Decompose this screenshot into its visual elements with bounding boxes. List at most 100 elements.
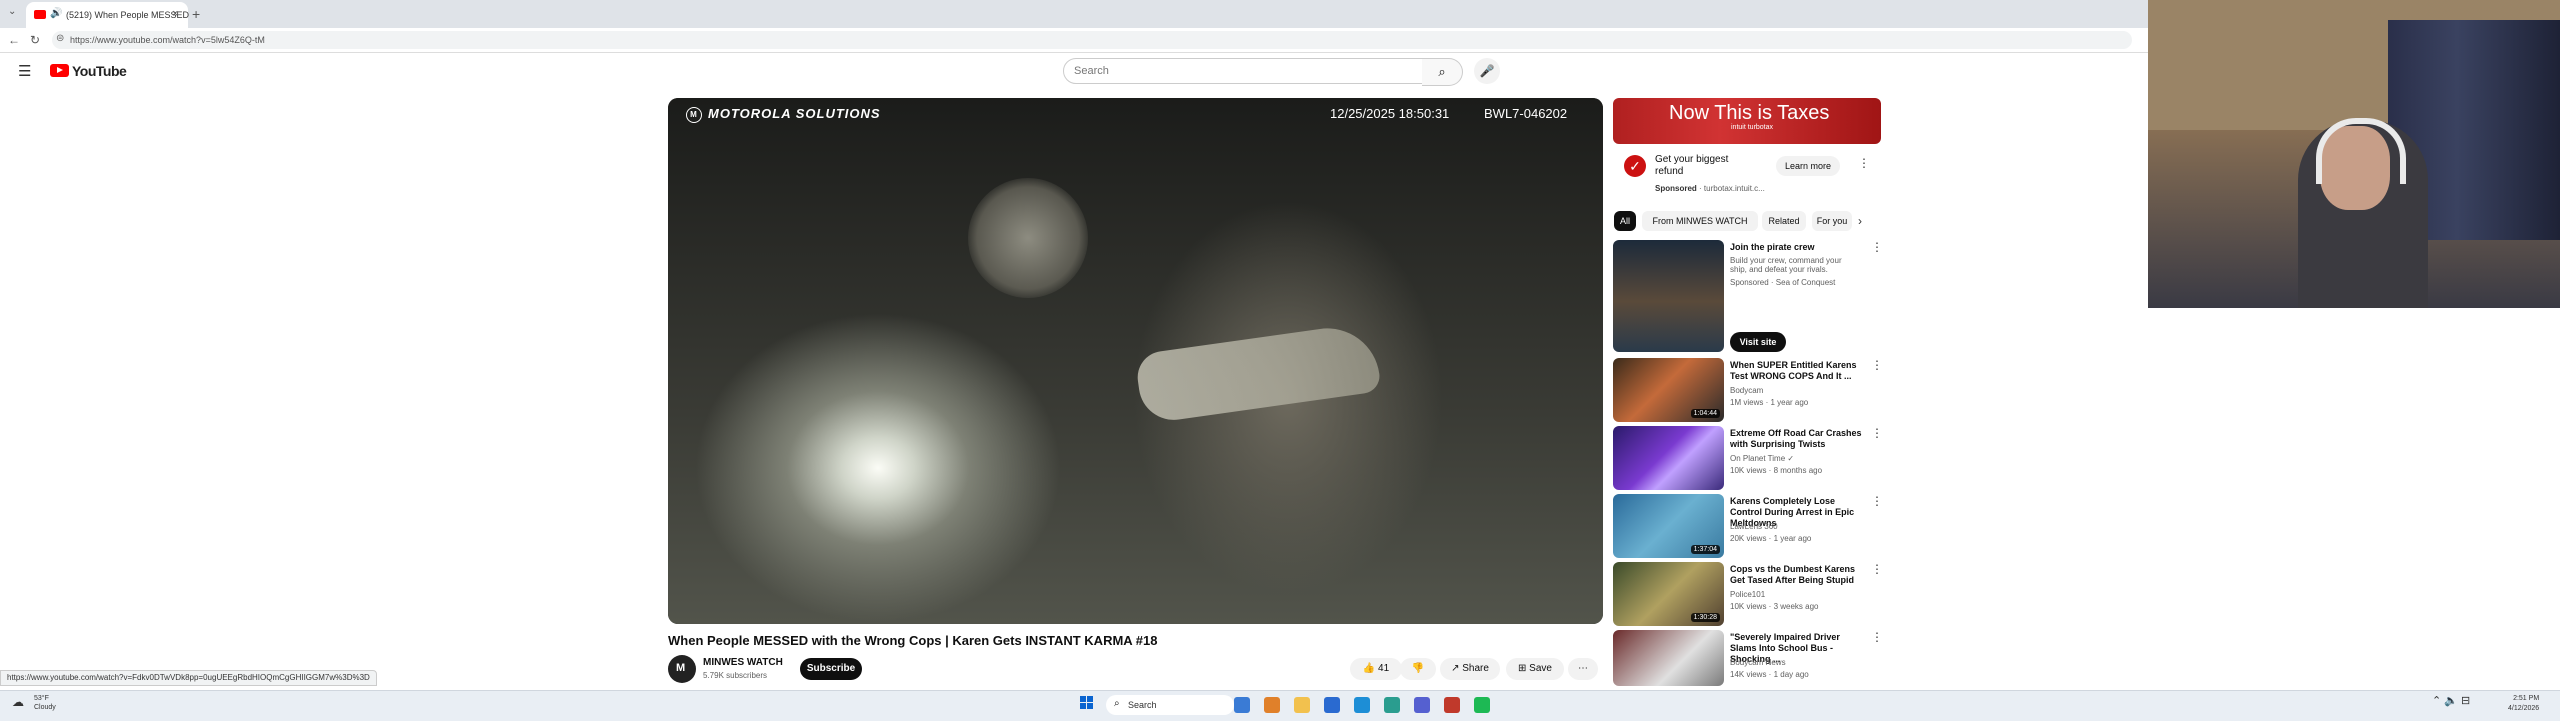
taskbar-clock[interactable]: 2:51 PM 4/12/2026 [2508,694,2539,714]
recommendation-channel[interactable]: Police101 [1730,590,1765,599]
channel-name[interactable]: MINWES WATCH [703,657,783,668]
video-thumbnail[interactable]: 1:04:44 [1613,358,1724,422]
video-thumbnail[interactable] [1613,630,1724,686]
taskbar-app-icon[interactable] [1234,697,1250,713]
video-overlay-brand: M MOTOROLA SOLUTIONS [686,106,881,123]
dislike-button[interactable]: 👎 [1400,658,1436,680]
video-title: When People MESSED with the Wrong Cops |… [668,633,1158,648]
guide-menu-icon[interactable]: ☰ [18,62,31,80]
chevron-right-icon[interactable]: › [1858,214,1862,228]
recommendation-item[interactable]: "Severely Impaired Driver Slams Into Sch… [1613,630,1883,686]
voice-search-button[interactable]: 🎤 [1474,58,1500,84]
site-info-icon[interactable]: ⊜ [56,33,64,44]
video-duration: 1:30:28 [1690,613,1720,622]
weather-temp: 53°F [34,695,49,702]
video-frame [668,98,1603,624]
save-button[interactable]: ⊞ Save [1506,658,1564,680]
taskbar-app-icon[interactable] [1384,697,1400,713]
ad-banner[interactable]: Now This is Taxes intuit turbotax [1613,98,1881,144]
video-player[interactable]: M MOTOROLA SOLUTIONS 12/25/2025 18:50:31 … [668,98,1603,624]
recommendation-item[interactable]: 1:04:44 When SUPER Entitled Karens Test … [1613,358,1883,422]
visit-site-button[interactable]: Visit site [1730,332,1786,352]
weather-text: 53°F Cloudy [34,694,56,712]
more-options-icon[interactable]: ⋮ [1871,426,1883,440]
share-button[interactable]: ↗ Share [1440,658,1500,680]
more-options-icon[interactable]: ⋮ [1871,630,1883,644]
browser-tab-active[interactable]: 🔊 (5219) When People MESSED × [26,2,190,28]
taskbar-app-icon[interactable] [1294,697,1310,713]
recommendation-item[interactable]: Extreme Off Road Car Crashes with Surpri… [1613,426,1883,490]
video-duration: 1:04:44 [1690,409,1720,418]
ad-title[interactable]: Get your biggest refund [1655,154,1735,178]
weather-condition: Cloudy [34,704,56,711]
search-button[interactable]: ⌕ [1422,58,1463,86]
recommendation-channel[interactable]: Bodycam [1730,386,1763,395]
more-options-icon[interactable]: ⋮ [1871,494,1883,508]
recommendation-meta: 10K views · 8 months ago [1730,466,1823,475]
address-bar[interactable]: ⊜ https://www.youtube.com/watch?v=5lw54Z… [52,31,2132,49]
recommendation-channel[interactable]: Bodycam News [1730,658,1786,667]
taskbar-app-icon[interactable] [1324,697,1340,713]
new-tab-button[interactable]: + [192,6,200,22]
more-options-icon[interactable]: ⋮ [1871,358,1883,372]
recommendation-title[interactable]: Cops vs the Dumbest Karens Get Tased Aft… [1730,564,1868,586]
windows-taskbar [0,690,2560,721]
tab-title: (5219) When People MESSED [66,10,190,20]
recommendation-title[interactable]: Join the pirate crew [1730,242,1868,253]
taskbar-app-icon[interactable] [1474,697,1490,713]
taskbar-search-label: Search [1128,700,1157,710]
speaker-icon[interactable]: 🔊 [50,8,62,19]
recommendation-meta: 10K views · 3 weeks ago [1730,602,1819,611]
recommendation-meta: 1M views · 1 year ago [1730,398,1809,407]
webcam-overlay [2148,0,2560,308]
recommendation-title[interactable]: Extreme Off Road Car Crashes with Surpri… [1730,428,1868,450]
subscribe-button[interactable]: Subscribe [800,658,862,680]
channel-avatar[interactable] [668,655,696,683]
video-thumbnail[interactable]: 1:30:28 [1613,562,1724,626]
recommendation-ad-item[interactable]: Join the pirate crew Build your crew, co… [1613,240,1883,352]
learn-more-button[interactable]: Learn more [1776,156,1840,176]
video-overlay-timestamp: 12/25/2025 18:50:31 [1330,106,1450,121]
system-tray[interactable]: ⌃ 🔈 ⊟ [2432,694,2470,707]
video-thumbnail[interactable] [1613,426,1724,490]
taskbar-app-icon[interactable] [1414,697,1430,713]
recommendation-meta: 20K views · 1 year ago [1730,534,1812,543]
more-options-icon[interactable]: ⋮ [1871,240,1883,254]
chip-from-channel[interactable]: From MINWES WATCH [1642,211,1758,231]
search-input[interactable]: Search [1063,58,1423,84]
video-thumbnail[interactable] [1613,240,1724,352]
video-thumbnail[interactable]: 1:37:04 [1613,494,1724,558]
headset-icon [2316,118,2406,184]
reload-icon[interactable]: ↻ [30,33,40,47]
taskbar-search[interactable]: ⌕ Search [1106,695,1234,715]
chip-for-you[interactable]: For you [1812,211,1852,231]
recommendation-title[interactable]: When SUPER Entitled Karens Test WRONG CO… [1730,360,1868,382]
search-icon: ⌕ [1114,698,1120,709]
start-logo-pane [1080,696,1086,702]
browser-tab-strip [0,0,2148,28]
recommendation-channel[interactable]: On Planet Time ✓ [1730,454,1794,463]
like-button[interactable]: 👍 41 [1350,658,1402,680]
chip-related[interactable]: Related [1762,211,1806,231]
recommendation-description: Build your crew, command your ship, and … [1730,256,1842,274]
taskbar-app-icon[interactable] [1354,697,1370,713]
chip-all[interactable]: All [1614,211,1636,231]
taskbar-app-icon[interactable] [1444,697,1460,713]
taskbar-app-icon[interactable] [1264,697,1280,713]
recommendation-channel[interactable]: LawLens 360 [1730,522,1778,531]
ad-advertiser: · turbotax.intuit.c... [1699,184,1765,193]
recommendation-item[interactable]: 1:30:28 Cops vs the Dumbest Karens Get T… [1613,562,1883,626]
more-options-icon[interactable]: ⋮ [1871,562,1883,576]
back-icon[interactable]: ← [8,33,20,47]
tab-close-icon[interactable]: × [172,8,178,20]
video-overlay-device-id: BWL7-046202 [1484,106,1568,121]
ad-banner-text: Now This is Taxes [1669,102,1830,124]
youtube-logo-text: YouTube [72,63,127,79]
search-icon: ⌕ [1438,64,1446,79]
recommendation-item[interactable]: 1:37:04 Karens Completely Lose Control D… [1613,494,1883,558]
ad-menu-icon[interactable]: ⋮ [1858,156,1870,170]
start-button[interactable] [1080,696,1094,710]
search-placeholder: Search [1074,65,1109,77]
more-actions-button[interactable]: ⋯ [1568,658,1598,680]
tab-list-menu-icon[interactable]: ⌄ [8,6,16,17]
